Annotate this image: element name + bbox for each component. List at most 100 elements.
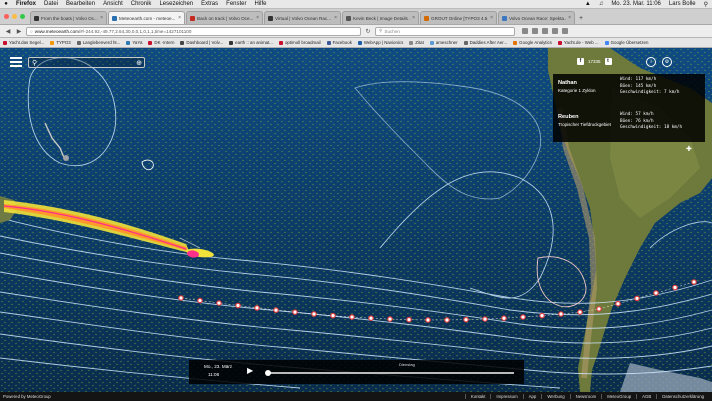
tab-close-icon[interactable]: × [410,15,415,21]
zoom-window-button[interactable] [20,14,25,19]
bookmark-item[interactable]: WebApp | Navionics [357,40,403,45]
tab-close-icon[interactable]: × [176,15,181,21]
race-waypoint[interactable] [406,316,412,323]
menu-item-3[interactable]: Ansicht [99,1,127,7]
race-waypoint[interactable] [216,300,222,306]
tab-close-icon[interactable]: × [566,15,571,21]
race-waypoint[interactable] [558,311,564,317]
bookmark-item[interactable]: TYPO3 [50,40,71,45]
race-waypoint[interactable] [520,314,526,320]
bookmark-item[interactable]: Zitat [409,40,424,45]
browser-tab[interactable]: Virtual | Volvo Ocean Rac... × [264,11,341,24]
clock[interactable]: Mo. 23. Mar. 11:06 [607,1,665,7]
browser-tab[interactable]: From the boats | Volvo Oc... × [30,11,107,24]
bookmark-item[interactable]: Facebook [326,40,352,45]
menu-item-8[interactable]: Hilfe [251,1,271,7]
menu-item-4[interactable]: Chronik [127,1,156,7]
browser-tab[interactable]: Volvo Ocean Race: Spekta... × [498,11,575,24]
race-waypoint[interactable] [539,312,545,319]
bookmark-item[interactable]: Yacht.das Segel... [3,40,44,45]
apple-menu-icon[interactable]: ● [0,1,12,7]
home-icon[interactable] [542,28,548,34]
tab-close-icon[interactable]: × [488,15,493,21]
menu-hamburger-icon[interactable] [10,57,22,67]
user-name[interactable]: Lars Bolle [665,1,700,7]
extension-icon[interactable] [552,28,558,34]
bookmark-item[interactable]: optimoll broadmail [278,40,321,45]
downloads-icon[interactable] [532,28,538,34]
spotlight-icon[interactable]: ⚲ [700,1,712,8]
menu-item-1[interactable]: Datei [40,1,62,7]
race-waypoint[interactable] [349,314,355,320]
race-waypoint[interactable] [501,315,507,322]
locate-icon[interactable]: ⊕ [136,59,142,67]
race-waypoint[interactable] [463,316,469,323]
powered-by-label[interactable]: Powered by MeteoGroup [3,394,51,399]
info-button[interactable]: i [646,57,656,67]
search-field[interactable]: ⚲ Suchen [375,26,515,36]
bookmark-item[interactable]: Google Übersetzen [604,40,648,45]
race-waypoint[interactable] [254,305,260,311]
bookmark-item[interactable]: Google Analytics [513,40,552,45]
bookmark-star-icon[interactable] [522,28,528,34]
footer-link[interactable]: Newsroom [569,394,602,399]
race-waypoint[interactable] [653,290,659,296]
bookmark-item[interactable]: ameschner [429,40,458,45]
race-waypoint[interactable] [330,312,336,319]
race-waypoint[interactable] [273,307,279,313]
race-waypoint[interactable] [444,317,450,323]
url-field[interactable]: ○ www.meteoearth.com /#/-244.92,-49.77,2… [26,26,361,36]
close-window-button[interactable] [4,14,9,19]
race-waypoint[interactable] [672,284,678,291]
browser-tab[interactable]: Meteoearth.com - meteoe... × [108,11,185,24]
new-tab-button[interactable]: + [576,15,586,24]
footer-link[interactable]: AGB [636,394,656,399]
menu-item-0[interactable]: Firefox [12,1,40,7]
race-waypoint[interactable] [482,316,488,322]
menu-icon[interactable] [562,28,568,34]
wifi-icon[interactable]: ▲ [581,1,595,7]
race-waypoint[interactable] [197,297,203,304]
race-waypoint[interactable] [577,309,583,315]
menu-item-2[interactable]: Bearbeiten [62,1,99,7]
reload-icon[interactable]: ↻ [364,28,372,35]
tab-close-icon[interactable]: × [254,15,259,21]
browser-tab[interactable]: Back on track | Volvo Oce... × [186,11,263,24]
bookmark-item[interactable]: Daddies After Aer... [463,40,507,45]
race-waypoint[interactable] [368,315,374,322]
race-waypoint[interactable] [425,317,431,323]
race-waypoint[interactable] [387,316,393,322]
facebook-icon[interactable]: f [577,58,584,65]
timeline-slider-handle[interactable] [265,369,271,376]
bookmark-item[interactable]: Yacht.de - Web ... [557,40,599,45]
menu-item-6[interactable]: Extras [197,1,222,7]
back-icon[interactable]: ◀ [4,28,12,35]
race-waypoint[interactable] [634,295,640,302]
race-waypoint[interactable] [235,302,241,309]
tab-close-icon[interactable]: × [332,15,337,21]
bookmark-item[interactable]: YaYa [126,40,142,45]
footer-link[interactable]: MeteoGroup [601,394,636,399]
play-icon[interactable]: ▶ [247,366,253,375]
menu-item-7[interactable]: Fenster [222,1,250,7]
menu-item-5[interactable]: Lesezeichen [155,1,197,7]
minimize-window-button[interactable] [12,14,17,19]
race-waypoint[interactable] [311,311,317,317]
bookmark-item[interactable]: Langlebenverd ht... [76,40,120,45]
footer-link[interactable]: Kontakt [464,394,491,399]
footer-link[interactable]: Impressum [490,394,522,399]
volume-icon[interactable]: ♫ [595,1,608,7]
settings-button[interactable]: ⚙ [662,57,672,67]
storm-name[interactable]: Nathan [558,80,577,86]
race-waypoint[interactable] [615,300,621,307]
tab-close-icon[interactable]: × [98,15,103,21]
race-waypoint[interactable] [691,279,697,285]
footer-link[interactable]: Datenschutzerklärung [656,394,709,399]
browser-tab[interactable]: Kevin Beck | Image Details ... × [342,11,419,24]
bookmark-item[interactable]: DK -Intern [148,40,174,45]
bookmark-item[interactable]: Dashboard | Volv... [180,40,223,45]
browser-tab[interactable]: GROUT Online [TYPO3 4.5... × [420,11,497,24]
timeline-track[interactable] [267,372,514,374]
footer-link[interactable]: Werbung [541,394,569,399]
storm-name[interactable]: Reuben [558,114,579,120]
